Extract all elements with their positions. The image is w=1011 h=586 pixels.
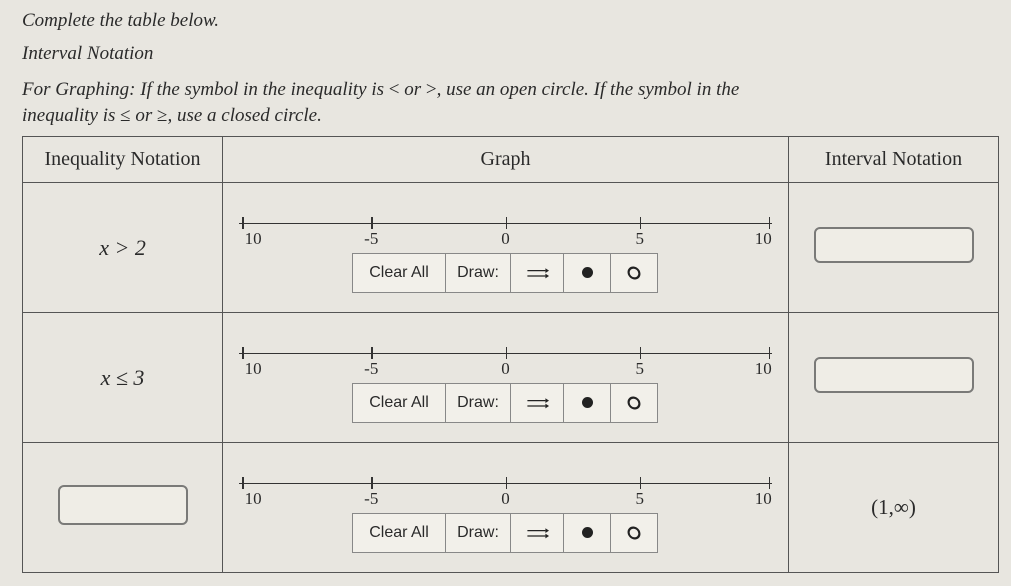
notation-table: Inequality Notation Graph Interval Notat… (22, 136, 999, 573)
draw-label: Draw: (445, 513, 511, 553)
prompt-title-b: Interval Notation (22, 41, 999, 68)
open-point-button[interactable] (610, 383, 658, 423)
table-row: x > 2 10 -5 0 5 10 (23, 183, 999, 313)
prompt-title-a: Complete the table below. (22, 8, 999, 35)
open-circle-icon (625, 394, 643, 412)
inequality-cell: x > 2 (23, 183, 223, 313)
inequality-input[interactable] (58, 485, 188, 525)
clear-all-button[interactable]: Clear All (352, 383, 446, 423)
closed-point-button[interactable] (563, 253, 611, 293)
inequality-cell: x ≤ 3 (23, 313, 223, 443)
ray-tool-button[interactable] (510, 253, 564, 293)
open-point-button[interactable] (610, 253, 658, 293)
table-row: 10 -5 0 5 10 Clear All Draw: (23, 443, 999, 573)
draw-label: Draw: (445, 253, 511, 293)
ray-tool-button[interactable] (510, 513, 564, 553)
clear-all-button[interactable]: Clear All (352, 253, 446, 293)
interval-input[interactable] (814, 357, 974, 393)
col-header-graph: Graph (223, 137, 789, 183)
ray-tool-button[interactable] (510, 383, 564, 423)
filled-circle-icon (582, 267, 593, 278)
ray-icon (525, 523, 549, 543)
open-circle-icon (625, 264, 643, 282)
col-header-interval: Interval Notation (789, 137, 999, 183)
draw-label: Draw: (445, 383, 511, 423)
clear-all-button[interactable]: Clear All (352, 513, 446, 553)
open-point-button[interactable] (610, 513, 658, 553)
col-header-inequality: Inequality Notation (23, 137, 223, 183)
inequality-cell (23, 443, 223, 573)
ray-icon (525, 393, 549, 413)
filled-circle-icon (582, 527, 593, 538)
ray-icon (525, 263, 549, 283)
closed-point-button[interactable] (563, 513, 611, 553)
table-row: x ≤ 3 10 -5 0 5 10 (23, 313, 999, 443)
closed-point-button[interactable] (563, 383, 611, 423)
interval-answer: (1,∞) (871, 495, 916, 519)
number-line[interactable]: 10 -5 0 5 10 (237, 209, 774, 243)
number-line[interactable]: 10 -5 0 5 10 (237, 339, 774, 373)
interval-input[interactable] (814, 227, 974, 263)
filled-circle-icon (582, 397, 593, 408)
instructions: For Graphing: If the symbol in the inequ… (22, 77, 999, 128)
number-line[interactable]: 10 -5 0 5 10 (237, 469, 774, 503)
open-circle-icon (625, 524, 643, 542)
